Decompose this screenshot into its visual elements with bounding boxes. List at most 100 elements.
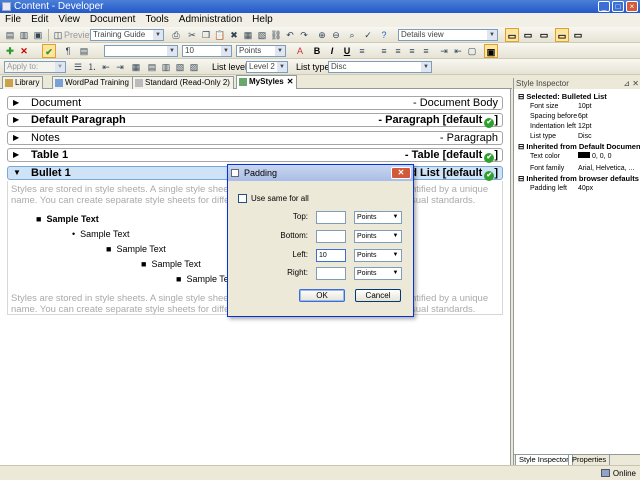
font-size-combo[interactable]: 10 ▼ [182, 45, 232, 57]
table-props-icon[interactable]: ▦ [130, 61, 142, 73]
italic-button[interactable]: I [325, 44, 339, 58]
expand-icon[interactable]: ▶ [13, 114, 19, 126]
inherited-document-group-header[interactable]: ⊟ Inherited from Default Documen [518, 142, 640, 151]
spell-icon[interactable]: ✓ [362, 29, 374, 41]
column-icon[interactable]: ▥ [160, 61, 172, 73]
inherited-browser-group-header[interactable]: ⊟ Inherited from browser defaults [518, 174, 639, 183]
decrease-indent-icon[interactable]: ⇤ [100, 61, 112, 73]
style-row-notes[interactable]: ▶ Notes - Paragraph [7, 131, 503, 145]
format-icon[interactable]: ▤ [78, 45, 90, 57]
border-icon[interactable]: ▢ [466, 45, 478, 57]
pin-icon[interactable]: ⊿ [623, 79, 630, 88]
color-icon[interactable]: A [294, 45, 306, 57]
dialog-close-button[interactable]: ✕ [391, 167, 411, 179]
bold-button[interactable]: B [310, 44, 324, 58]
align-center-icon[interactable]: ≡ [392, 45, 404, 57]
tab-wordpad-training[interactable]: WordPad Training [52, 76, 133, 89]
help-icon[interactable]: ? [378, 29, 390, 41]
tab-library[interactable]: Library [2, 76, 44, 89]
list-icon[interactable]: ☰ [72, 61, 84, 73]
paste-icon[interactable]: 📋 [214, 29, 226, 41]
style-icon[interactable]: ¶ [62, 45, 74, 57]
copy-icon[interactable]: ❐ [200, 29, 212, 41]
collapse-icon[interactable]: ▼ [13, 167, 21, 179]
expand-icon[interactable]: ▶ [13, 132, 19, 144]
layout-2-icon[interactable]: ▭ [521, 28, 535, 42]
find-icon[interactable]: ⌕ [346, 29, 358, 41]
print-icon[interactable]: ⎙ [170, 29, 182, 41]
numbered-list-icon[interactable]: ⒈ [86, 61, 98, 73]
justify-icon[interactable]: ≡ [420, 45, 432, 57]
link-icon[interactable]: ⛓ [270, 29, 282, 41]
layout-1-icon[interactable]: ▭ [505, 28, 519, 42]
maximize-button[interactable]: □ [612, 1, 624, 12]
increase-indent-icon[interactable]: ⇥ [114, 61, 126, 73]
open-icon[interactable]: ▥ [18, 29, 30, 41]
apply-check-icon[interactable]: ✔ [42, 44, 56, 58]
style-row-default-paragraph[interactable]: ▶ Default Paragraph - Paragraph [default… [7, 113, 503, 128]
style-combo[interactable]: ▼ [104, 45, 178, 57]
preview-icon[interactable]: ◫ [52, 29, 64, 41]
expand-icon[interactable]: ▶ [13, 97, 19, 109]
redo-icon[interactable]: ↷ [298, 29, 310, 41]
top-unit-select[interactable]: Points ▼ [354, 211, 402, 224]
tab-mystyles[interactable]: MyStyles ✕ [236, 75, 298, 89]
menu-tools[interactable]: Tools [140, 13, 173, 27]
padding-icon[interactable]: ▣ [484, 44, 498, 58]
layout-5-icon[interactable]: ▭ [571, 28, 585, 42]
layout-4-icon[interactable]: ▭ [555, 28, 569, 42]
menu-help[interactable]: Help [247, 13, 278, 27]
left-input[interactable]: 10 [316, 249, 346, 262]
indent-icon[interactable]: ⇥ [438, 45, 450, 57]
new-icon[interactable]: ▤ [4, 29, 16, 41]
align-left-icon[interactable]: ≡ [378, 45, 390, 57]
style-row-table-1[interactable]: ▶ Table 1 - Table [default ✔] [7, 148, 503, 163]
row-icon[interactable]: ▤ [146, 61, 158, 73]
menu-edit[interactable]: Edit [26, 13, 53, 27]
cut-icon[interactable]: ✂ [186, 29, 198, 41]
ok-button[interactable]: OK [299, 289, 345, 302]
right-unit-select[interactable]: Points ▼ [354, 267, 402, 280]
menu-administration[interactable]: Administration [174, 13, 247, 27]
undo-icon[interactable]: ↶ [284, 29, 296, 41]
list-type-combo[interactable]: Disc ▼ [328, 61, 432, 73]
table-icon[interactable]: ▦ [242, 29, 254, 41]
left-unit-select[interactable]: Points ▼ [354, 249, 402, 262]
delete-icon[interactable]: ✖ [228, 29, 240, 41]
remove-icon[interactable]: ✕ [18, 45, 30, 57]
menu-document[interactable]: Document [85, 13, 141, 27]
save-icon[interactable]: ▣ [32, 29, 44, 41]
menu-file[interactable]: File [0, 13, 26, 27]
apply-to-combo[interactable]: Apply to: ▼ [4, 61, 66, 73]
cancel-button[interactable]: Cancel [355, 289, 401, 302]
inspector-close-icon[interactable]: ✕ [632, 79, 639, 88]
close-tab-icon[interactable]: ✕ [287, 77, 294, 86]
view-combo[interactable]: Details view ▼ [398, 29, 498, 41]
expand-icon[interactable]: ▶ [13, 149, 19, 161]
outdent-icon[interactable]: ⇤ [452, 45, 464, 57]
template-combo[interactable]: Training Guide ▼ [90, 29, 164, 41]
minimize-button[interactable]: _ [598, 1, 610, 12]
style-row-document[interactable]: ▶ Document - Document Body [7, 96, 503, 110]
same-for-all-checkbox[interactable] [238, 194, 247, 203]
cell-icon[interactable]: ▧ [174, 61, 186, 73]
strike-icon[interactable]: ≡ [356, 45, 368, 57]
bottom-unit-select[interactable]: Points ▼ [354, 230, 402, 243]
image-icon[interactable]: ▧ [256, 29, 268, 41]
underline-button[interactable]: U [340, 44, 354, 58]
close-button[interactable]: × [626, 1, 638, 12]
bottom-input[interactable] [316, 230, 346, 243]
top-input[interactable] [316, 211, 346, 224]
selected-group-header[interactable]: ⊟ Selected: Bulleted List [518, 92, 607, 101]
menu-view[interactable]: View [53, 13, 85, 27]
zoom-out-icon[interactable]: ⊖ [330, 29, 342, 41]
align-right-icon[interactable]: ≡ [406, 45, 418, 57]
merge-icon[interactable]: ▨ [188, 61, 200, 73]
add-icon[interactable]: ✚ [4, 45, 16, 57]
tab-standard[interactable]: Standard (Read-Only 2) [132, 76, 234, 89]
zoom-in-icon[interactable]: ⊕ [316, 29, 328, 41]
unit-combo[interactable]: Points ▼ [236, 45, 286, 57]
list-level-combo[interactable]: Level 2 ▼ [246, 61, 288, 73]
layout-3-icon[interactable]: ▭ [537, 28, 551, 42]
right-input[interactable] [316, 267, 346, 280]
